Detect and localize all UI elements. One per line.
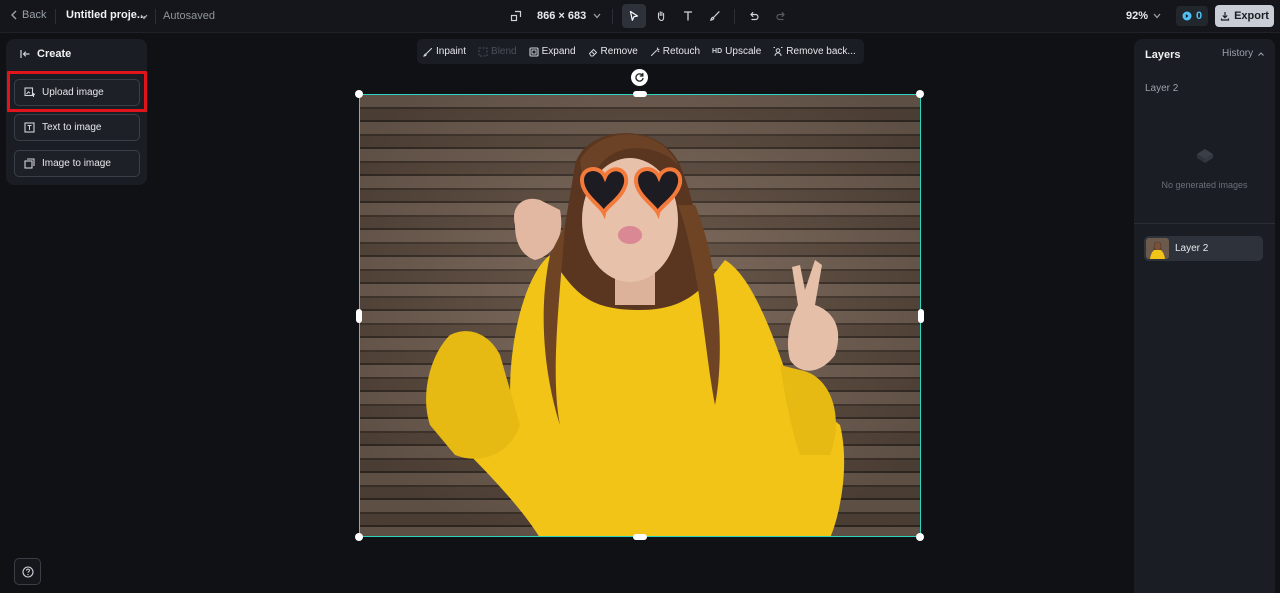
text-icon: [684, 11, 693, 21]
create-title: Create: [37, 48, 72, 60]
remove-button[interactable]: Remove: [588, 46, 638, 57]
resize-handle-bottom-right[interactable]: [916, 533, 924, 541]
credits-badge[interactable]: 0: [1176, 6, 1208, 26]
blend-button[interactable]: Blend: [478, 46, 517, 57]
resize-handle-right[interactable]: [918, 309, 924, 323]
empty-images-icon: [1197, 149, 1213, 163]
layer-thumbnail: [1146, 238, 1169, 259]
remove-background-icon: [773, 46, 783, 56]
divider: [155, 9, 156, 24]
expand-label: Expand: [541, 46, 576, 57]
inpaint-label: Inpaint: [436, 46, 467, 57]
empty-state-text: No generated images: [1161, 180, 1248, 190]
expand-icon: [529, 46, 539, 57]
rotate-icon: [635, 72, 644, 82]
text-to-image-button[interactable]: Text to image: [14, 114, 140, 141]
text-to-image-label: Text to image: [42, 122, 102, 133]
chevron-down-icon[interactable]: [139, 12, 149, 22]
canvas-image-layer[interactable]: [359, 94, 921, 537]
export-label: Export: [1234, 10, 1269, 22]
text-tool-button[interactable]: [676, 4, 700, 28]
tab-history[interactable]: History: [1222, 48, 1265, 59]
autosave-status: Autosaved: [163, 10, 215, 22]
history-label: History: [1222, 48, 1254, 59]
back-label: Back: [22, 9, 47, 21]
canvas-size-selector[interactable]: 866 × 683: [537, 10, 586, 22]
layers-panel: Layers History Layer 2 No generated imag…: [1134, 39, 1275, 593]
download-icon: [1220, 12, 1230, 21]
credits-count: 0: [1195, 10, 1203, 22]
tab-layers[interactable]: Layers: [1145, 49, 1180, 61]
divider: [734, 8, 736, 24]
resize-handle-bottom[interactable]: [633, 534, 647, 540]
hand-tool-button[interactable]: [649, 4, 673, 28]
remove-label: Remove: [600, 46, 638, 57]
photo-woman-yellow-sweater: [360, 95, 920, 536]
image-to-image-label: Image to image: [42, 158, 111, 169]
undo-button[interactable]: [742, 4, 766, 28]
collapse-left-icon: [20, 50, 30, 58]
chevron-left-icon: [11, 10, 17, 20]
retouch-button[interactable]: Retouch: [650, 46, 700, 57]
divider: [55, 9, 56, 24]
back-button[interactable]: Back: [10, 9, 46, 21]
highlight-box: [7, 71, 147, 112]
chevron-down-icon[interactable]: [592, 11, 602, 21]
remove-background-label: Remove back...: [786, 46, 856, 57]
resize-handle-top-left[interactable]: [355, 90, 363, 98]
image-to-image-icon: [24, 158, 35, 169]
layer-name: Layer 2: [1175, 243, 1209, 254]
magic-wand-icon: [650, 46, 660, 56]
brush-icon: [710, 11, 720, 21]
resize-handle-left[interactable]: [356, 309, 362, 323]
chevron-up-icon: [1258, 51, 1265, 56]
cursor-icon: [630, 10, 639, 21]
blend-icon: [478, 47, 488, 56]
canvas-tools: 866 × 683: [505, 4, 796, 28]
divider: [612, 8, 614, 24]
blend-label: Blend: [491, 46, 517, 57]
edit-toolbar: Inpaint Blend Expand Remove Retouch HD U…: [417, 39, 864, 64]
inpaint-icon: [423, 47, 433, 57]
resize-handle-top[interactable]: [633, 91, 647, 97]
redo-button[interactable]: [769, 4, 793, 28]
redo-icon: [776, 12, 786, 21]
undo-icon: [750, 12, 759, 21]
top-bar: Back Untitled proje... Autosaved 866 × 6…: [0, 0, 1280, 33]
eraser-icon: [588, 48, 597, 56]
layer-group-title: Layer 2: [1145, 83, 1179, 94]
expand-button[interactable]: Expand: [529, 46, 576, 57]
image-to-image-button[interactable]: Image to image: [14, 150, 140, 177]
divider: [1134, 223, 1275, 224]
retouch-label: Retouch: [662, 46, 701, 57]
credit-coin-icon: [1182, 11, 1192, 21]
rotate-handle[interactable]: [631, 69, 648, 86]
layer-row[interactable]: Layer 2: [1144, 236, 1263, 261]
project-title[interactable]: Untitled proje...: [66, 9, 146, 21]
zoom-level[interactable]: 92%: [1126, 10, 1148, 22]
resize-icon[interactable]: [505, 5, 527, 27]
upscale-button[interactable]: HD Upscale: [712, 46, 761, 57]
resize-handle-top-right[interactable]: [916, 90, 924, 98]
create-panel: Create Upload image Text to image Image …: [6, 39, 147, 185]
inpaint-button[interactable]: Inpaint: [423, 46, 466, 57]
create-panel-header[interactable]: Create: [20, 48, 71, 60]
export-button[interactable]: Export: [1215, 5, 1274, 27]
help-button[interactable]: [14, 558, 41, 585]
resize-handle-bottom-left[interactable]: [355, 533, 363, 541]
upscale-label: Upscale: [725, 46, 762, 57]
brush-tool-button[interactable]: [703, 4, 727, 28]
help-icon: [21, 565, 34, 578]
text-to-image-icon: [24, 122, 35, 133]
remove-background-button[interactable]: Remove back...: [773, 46, 856, 57]
chevron-down-icon[interactable]: [1152, 11, 1162, 21]
hand-icon: [658, 11, 665, 22]
select-tool-button[interactable]: [622, 4, 647, 28]
hd-icon: HD: [712, 48, 723, 55]
